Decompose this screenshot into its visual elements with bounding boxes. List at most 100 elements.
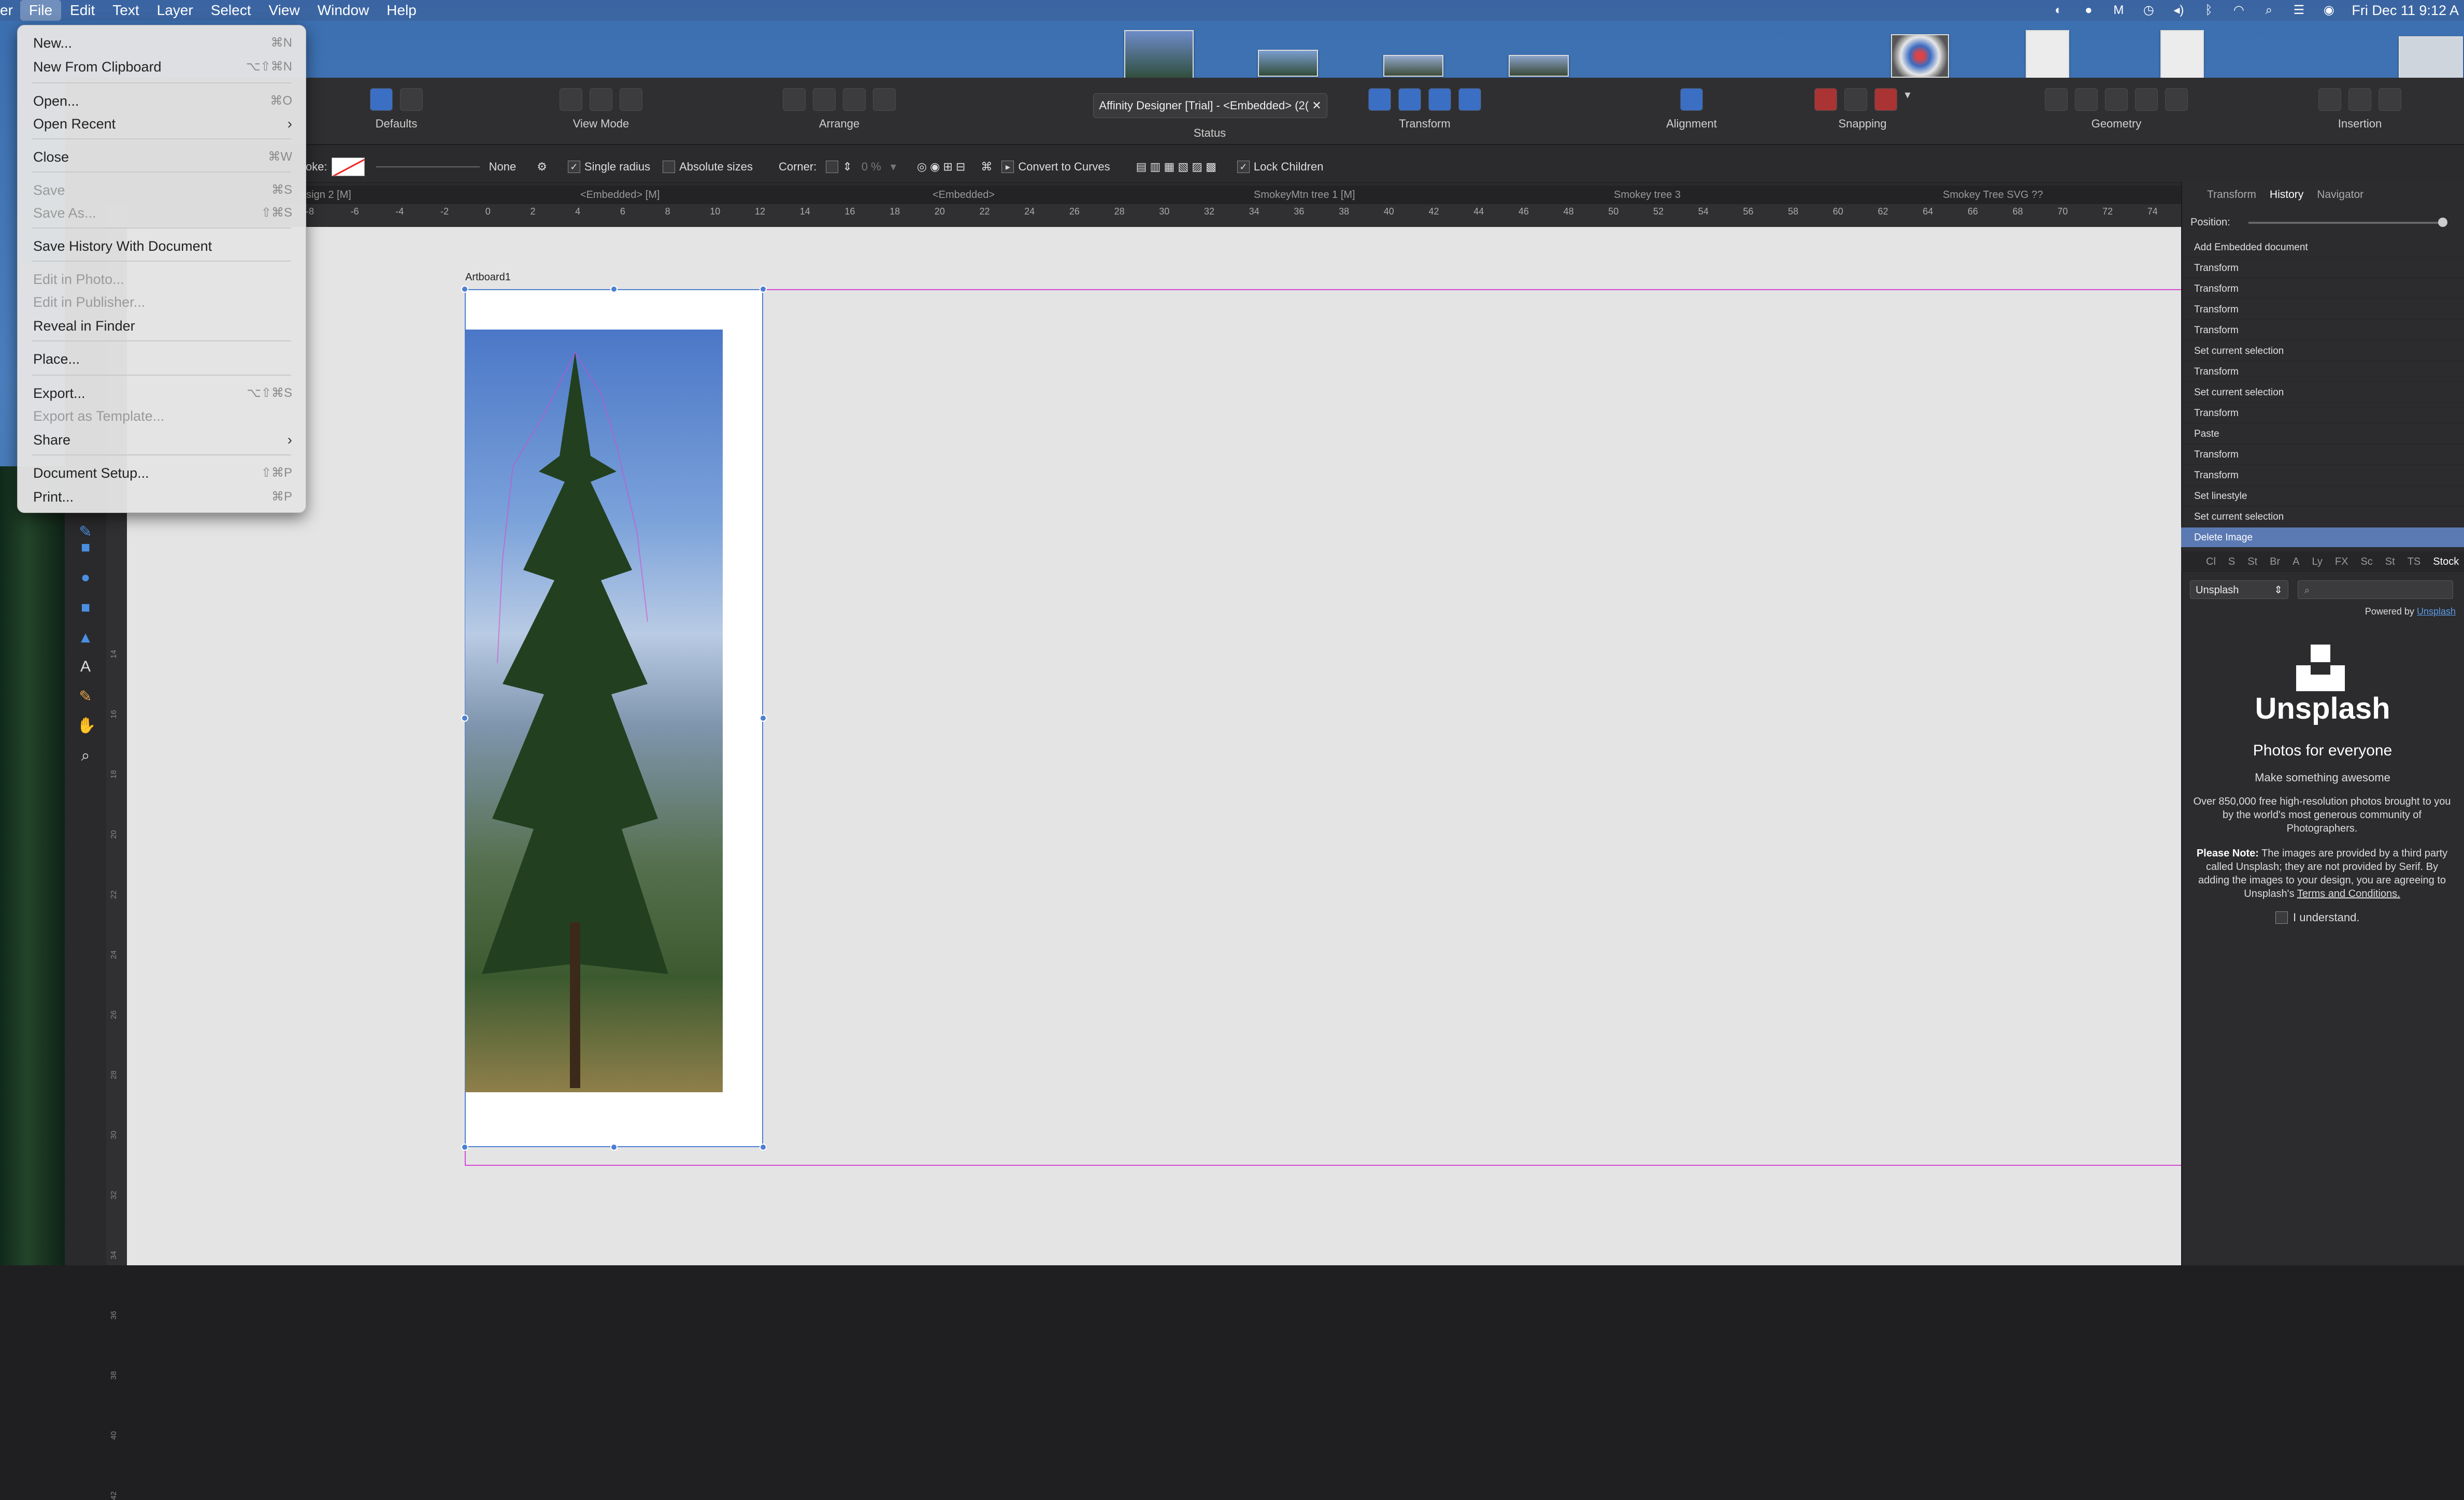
history-item[interactable]: Transform <box>2181 465 2464 485</box>
single-radius-option[interactable]: ✓ Single radius <box>567 160 650 174</box>
menu-app-name[interactable]: er <box>0 0 20 21</box>
absolute-sizes-option[interactable]: Absolute sizes <box>663 160 753 174</box>
stroke-width-value[interactable]: None <box>489 160 517 174</box>
toolbar-insertion[interactable]: Insertion <box>2308 88 2412 131</box>
align-buttons[interactable]: ▤ ▥ ▦ ▧ ▨ ▩ <box>1136 160 1216 174</box>
resize-handle-bl[interactable] <box>461 1144 468 1151</box>
file-menu-item[interactable]: Open... ⌘O <box>33 91 292 111</box>
understand-checkbox[interactable] <box>2275 911 2288 924</box>
stroke-settings-icon[interactable]: ⚙ <box>537 160 547 174</box>
thumbnail-8[interactable] <box>2399 36 2463 80</box>
thumbnail-1[interactable] <box>1124 30 1194 80</box>
lock-children-checkbox[interactable]: ✓ <box>1237 161 1250 173</box>
understand-option[interactable]: I understand. <box>2275 911 2359 924</box>
doc-tab-4[interactable]: SmokeyMtn tree 1 [M] <box>1254 185 1355 204</box>
file-menu-item[interactable]: Close ⌘W <box>33 147 292 167</box>
doc-tab-5[interactable]: Smokey tree 3 <box>1614 185 1681 204</box>
unsplash-link[interactable]: Unsplash <box>2417 606 2456 617</box>
history-item[interactable]: Transform <box>2181 258 2464 278</box>
history-item[interactable]: Transform <box>2181 362 2464 382</box>
history-item[interactable]: Transform <box>2181 320 2464 340</box>
text-tool-icon[interactable]: A <box>77 658 94 676</box>
menu-layer[interactable]: Layer <box>148 0 202 21</box>
menubar-clock[interactable]: Fri Dec 11 9:12 A <box>2352 3 2459 19</box>
history-item[interactable]: Transform <box>2181 445 2464 465</box>
tab-br[interactable]: Br <box>2270 556 2280 568</box>
stock-search-input[interactable]: ⌕ <box>2298 580 2453 599</box>
menu-view[interactable]: View <box>260 0 309 21</box>
tab-fx[interactable]: FX <box>2335 556 2348 568</box>
menu-select[interactable]: Select <box>202 0 260 21</box>
thumbnail-2[interactable] <box>1258 50 1318 77</box>
color-picker-icon[interactable]: ✎ <box>77 688 94 706</box>
resize-handle-tr[interactable] <box>760 285 767 293</box>
history-position-slider[interactable] <box>2248 222 2443 224</box>
menu-help[interactable]: Help <box>378 0 425 21</box>
thumbnail-3[interactable] <box>1383 55 1443 77</box>
tab-history[interactable]: History <box>2270 189 2303 201</box>
tab-ly[interactable]: Ly <box>2312 556 2322 568</box>
absolute-sizes-checkbox[interactable] <box>663 161 676 173</box>
volume-icon[interactable]: ◂) <box>2171 3 2186 18</box>
history-item[interactable]: Transform <box>2181 403 2464 423</box>
file-menu-item[interactable]: New From Clipboard ⌥⇧⌘N <box>33 56 292 77</box>
zoom-tool-icon[interactable]: ⌕ <box>77 747 94 765</box>
resize-handle-tm[interactable] <box>610 285 618 293</box>
rectangle-tool-icon[interactable]: ■ <box>77 539 94 556</box>
tab-cl[interactable]: Cl <box>2206 556 2216 568</box>
corner-type-select[interactable]: ⇕ <box>826 160 852 174</box>
file-menu-item[interactable]: Place... <box>33 349 292 369</box>
history-item[interactable]: Set current selection <box>2181 507 2464 527</box>
triangle-tool-icon[interactable]: ▲ <box>77 629 94 647</box>
rounded-rect-tool-icon[interactable]: ■ <box>77 599 94 617</box>
tab-transform[interactable]: Transform <box>2207 189 2256 201</box>
menu-edit[interactable]: Edit <box>61 0 104 21</box>
file-menu-item[interactable]: Print... ⌘P <box>33 487 292 507</box>
tab-navigator[interactable]: Navigator <box>2317 189 2363 201</box>
status-close-icon[interactable]: ✕ <box>1312 99 1321 112</box>
tab-st[interactable]: St <box>2247 556 2257 568</box>
history-item[interactable]: Set current selection <box>2181 341 2464 361</box>
stroke-color-swatch[interactable] <box>331 158 365 176</box>
wifi-icon[interactable]: ◠ <box>2231 3 2246 18</box>
menu-window[interactable]: Window <box>309 0 378 21</box>
tab-a[interactable]: A <box>2293 556 2299 568</box>
toolbar-arrange[interactable]: Arrange <box>772 88 907 131</box>
file-menu-item[interactable]: Share › <box>33 430 292 450</box>
history-item[interactable]: Set linestyle <box>2181 486 2464 506</box>
hand-tool-icon[interactable]: ✋ <box>77 717 96 735</box>
menu-file[interactable]: File <box>20 0 62 21</box>
stroke-style-line[interactable] <box>376 166 480 167</box>
resize-handle-mr[interactable] <box>760 715 767 722</box>
clock-history-icon[interactable]: ◷ <box>2141 3 2156 18</box>
ellipse-tool-icon[interactable]: ● <box>77 569 94 587</box>
file-menu-item[interactable]: Document Setup... ⇧⌘P <box>33 463 292 483</box>
toolbar-geometry[interactable]: Geometry <box>2033 88 2199 131</box>
toolbar-snapping[interactable]: ▾ Snapping <box>1798 88 1927 131</box>
file-menu-item[interactable]: Reveal in Finder <box>33 316 292 336</box>
terms-link[interactable]: Terms and Conditions. <box>2297 888 2400 899</box>
single-radius-checkbox[interactable]: ✓ <box>567 161 580 173</box>
file-menu-item[interactable]: New... ⌘N <box>33 33 292 53</box>
resize-handle-bm[interactable] <box>610 1144 618 1151</box>
thumbnail-4[interactable] <box>1509 55 1569 77</box>
status-document-title[interactable]: Affinity Designer [Trial] - <Embedded> (… <box>1093 93 1327 118</box>
toolbar-transform[interactable]: Transform <box>1365 88 1484 131</box>
history-item[interactable]: Add Embedded document <box>2181 237 2464 258</box>
toolbar-defaults[interactable]: Defaults <box>360 88 433 131</box>
resize-handle-ml[interactable] <box>461 715 468 722</box>
history-position-knob[interactable] <box>2438 218 2447 227</box>
siri-icon[interactable]: ◉ <box>2322 3 2336 18</box>
doc-tab-2[interactable]: <Embedded> [M] <box>580 185 660 204</box>
status-icon-2[interactable]: ● <box>2081 3 2096 18</box>
history-item[interactable]: Transform <box>2181 279 2464 299</box>
lock-children-option[interactable]: ✓ Lock Children <box>1237 160 1323 174</box>
resize-handle-tl[interactable] <box>461 285 468 293</box>
toolbar-view-mode[interactable]: View Mode <box>549 88 653 131</box>
convert-to-curves-button[interactable]: ▸ Convert to Curves <box>1001 160 1110 174</box>
file-menu-item[interactable]: Export... ⌥⇧⌘S <box>33 383 292 404</box>
thumbnail-7[interactable] <box>2160 30 2204 79</box>
file-menu-item[interactable]: Save History With Document <box>33 236 292 256</box>
control-center-icon[interactable]: ☰ <box>2291 3 2306 18</box>
status-icon-3[interactable]: M <box>2111 3 2126 18</box>
